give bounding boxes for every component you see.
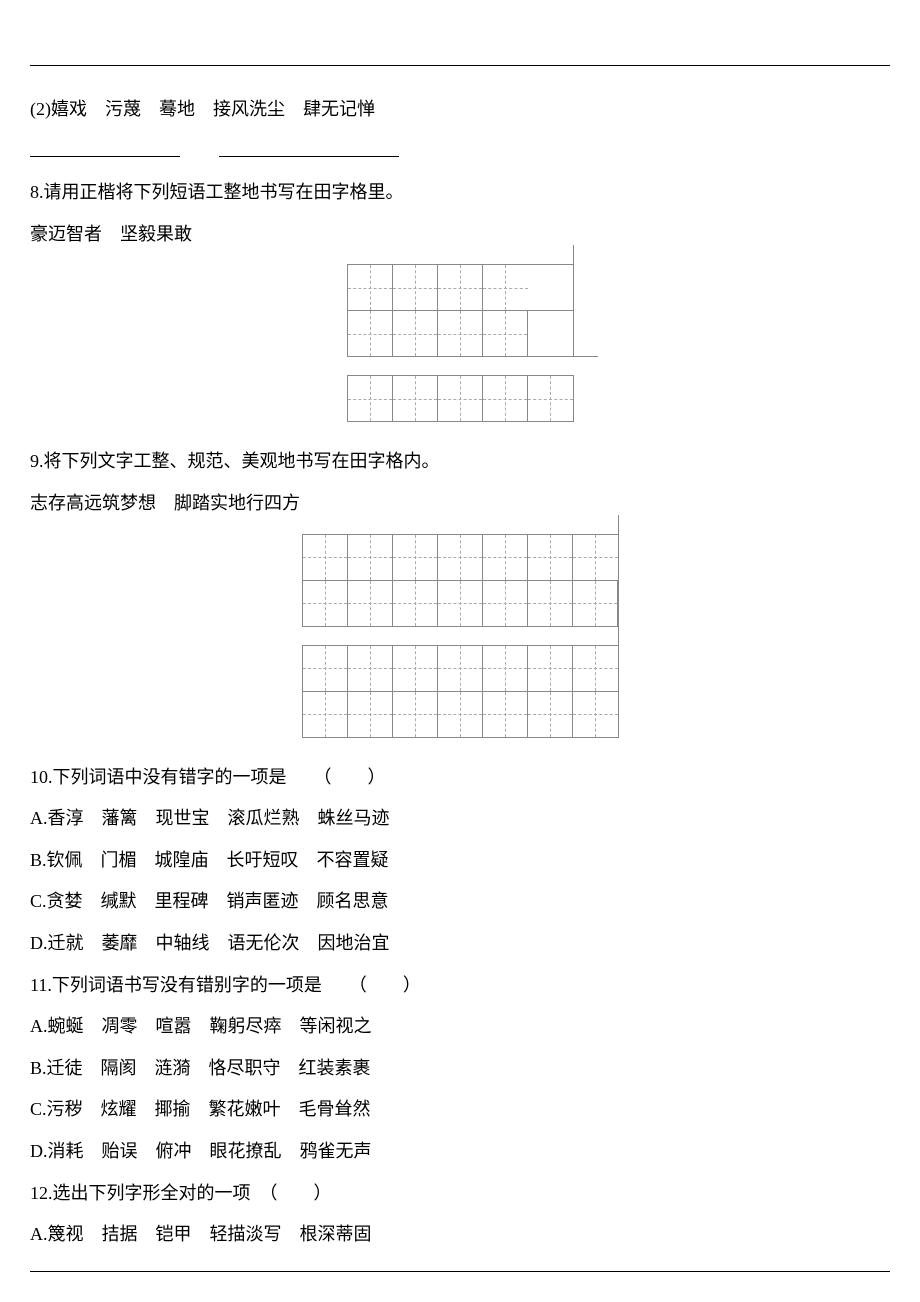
q8-phrases: 豪迈智者 坚毅果敢 — [30, 215, 890, 255]
tianzige-cell[interactable] — [303, 646, 348, 691]
q9-grid — [30, 534, 890, 738]
tianzige-cell[interactable] — [483, 311, 528, 356]
tianzige-cell[interactable] — [348, 581, 393, 626]
q10-option-c[interactable]: C.贪婪 缄默 里程碑 销声匿迹 顾名思意 — [30, 882, 890, 922]
tianzige-cell[interactable] — [438, 376, 483, 421]
tianzige-cell[interactable] — [438, 265, 483, 310]
q10-prompt: 10.下列词语中没有错字的一项是 （ ） — [30, 758, 890, 798]
tianzige-cell[interactable] — [438, 535, 483, 580]
tianzige-cell[interactable] — [438, 581, 483, 626]
q8-prompt: 8.请用正楷将下列短语工整地书写在田字格里。 — [30, 173, 890, 213]
tianzige-cell[interactable] — [528, 535, 573, 580]
tianzige-cell[interactable] — [348, 692, 393, 737]
q9-prompt: 9.将下列文字工整、规范、美观地书写在田字格内。 — [30, 442, 890, 482]
page-top-rule — [30, 65, 890, 66]
tianzige-cell[interactable] — [393, 692, 438, 737]
tianzige-cell[interactable] — [303, 692, 348, 737]
tianzige-cell[interactable] — [573, 535, 618, 580]
tianzige-cell[interactable] — [528, 581, 573, 626]
q11-option-b[interactable]: B.迁徒 隔阂 涟漪 恪尽职守 红装素裹 — [30, 1049, 890, 1089]
fill-blanks-line — [30, 132, 890, 172]
tianzige-cell[interactable] — [348, 376, 393, 421]
q8-grid — [30, 264, 890, 422]
tianzige-cell[interactable] — [483, 376, 528, 421]
tianzige-cell[interactable] — [303, 581, 348, 626]
tianzige-cell[interactable] — [393, 376, 438, 421]
page-bottom-rule — [30, 1271, 890, 1272]
tianzige-cell[interactable] — [483, 692, 528, 737]
q11-option-a[interactable]: A.蜿蜒 凋零 喧嚣 鞠躬尽瘁 等闲视之 — [30, 1007, 890, 1047]
tianzige-cell[interactable] — [483, 646, 528, 691]
tianzige-cell[interactable] — [303, 535, 348, 580]
q12-prompt: 12.选出下列字形全对的一项 （ ） — [30, 1174, 890, 1214]
blank-1[interactable] — [30, 135, 180, 157]
q10-option-b[interactable]: B.钦佩 门楣 城隍庙 长吁短叹 不容置疑 — [30, 841, 890, 881]
tianzige-cell[interactable] — [393, 646, 438, 691]
tianzige-cell[interactable] — [528, 692, 573, 737]
tianzige-cell[interactable] — [393, 265, 438, 310]
q12-option-a[interactable]: A.篾视 拮据 铠甲 轻描淡写 根深蒂固 — [30, 1215, 890, 1255]
q-sub-line: (2)嬉戏 污蔑 蓦地 接风洗尘 肆无记惮 — [30, 90, 890, 130]
tianzige-cell[interactable] — [573, 692, 618, 737]
tianzige-cell[interactable] — [573, 646, 618, 691]
tianzige-cell[interactable] — [483, 265, 528, 310]
tianzige-cell[interactable] — [348, 265, 393, 310]
tianzige-cell[interactable] — [393, 535, 438, 580]
tianzige-cell[interactable] — [393, 581, 438, 626]
tianzige-cell[interactable] — [438, 311, 483, 356]
q11-prompt: 11.下列词语书写没有错别字的一项是 （ ） — [30, 966, 890, 1006]
tianzige-cell[interactable] — [348, 535, 393, 580]
q11-option-c[interactable]: C.污秽 炫耀 揶揄 繁花嫩叶 毛骨耸然 — [30, 1090, 890, 1130]
tianzige-cell[interactable] — [528, 376, 573, 421]
blank-2[interactable] — [219, 135, 399, 157]
document-body: (2)嬉戏 污蔑 蓦地 接风洗尘 肆无记惮 8.请用正楷将下列短语工整地书写在田… — [30, 60, 890, 1255]
tianzige-cell[interactable] — [573, 581, 618, 626]
q10-option-d[interactable]: D.迁就 萎靡 中轴线 语无伦次 因地治宜 — [30, 924, 890, 964]
tianzige-cell[interactable] — [438, 646, 483, 691]
tianzige-cell[interactable] — [348, 646, 393, 691]
tianzige-cell[interactable] — [483, 535, 528, 580]
tianzige-cell[interactable] — [393, 311, 438, 356]
tianzige-cell[interactable] — [483, 581, 528, 626]
tianzige-cell[interactable] — [348, 311, 393, 356]
q11-option-d[interactable]: D.消耗 贻误 俯冲 眼花撩乱 鸦雀无声 — [30, 1132, 890, 1172]
q10-option-a[interactable]: A.香淳 藩篱 现世宝 滚瓜烂熟 蛛丝马迹 — [30, 799, 890, 839]
tianzige-cell[interactable] — [528, 646, 573, 691]
q9-phrases: 志存高远筑梦想 脚踏实地行四方 — [30, 484, 890, 524]
tianzige-cell[interactable] — [438, 692, 483, 737]
